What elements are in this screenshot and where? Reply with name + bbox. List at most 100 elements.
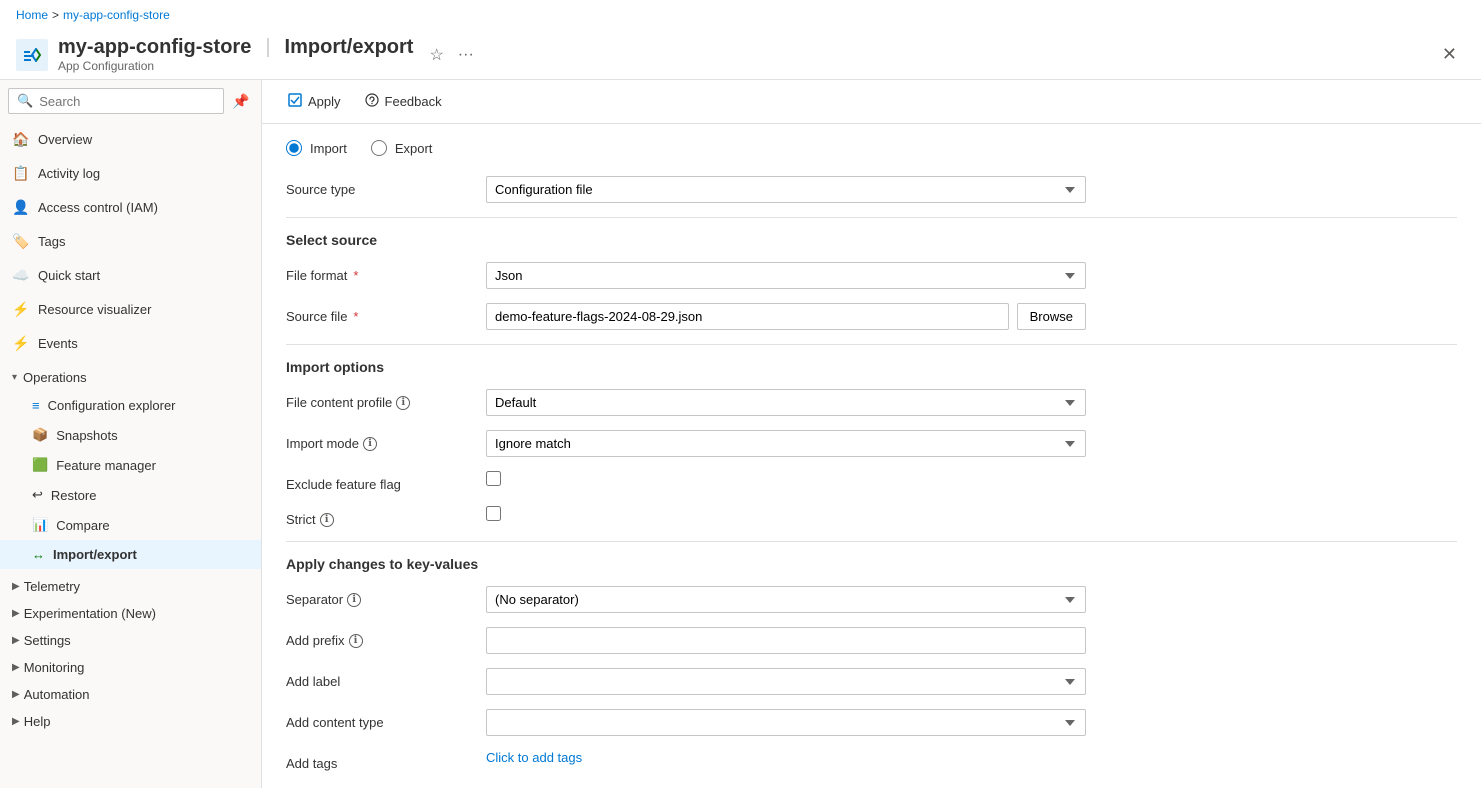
sidebar-item-quick-start[interactable]: ☁️ Quick start — [0, 258, 261, 292]
iam-icon: 👤 — [12, 198, 30, 216]
operations-chevron: ▾ — [12, 372, 17, 383]
file-content-profile-control: Default KVSet — [486, 389, 1086, 416]
add-prefix-info-icon[interactable]: ℹ — [349, 634, 363, 648]
sidebar-pin-button[interactable]: 📌 — [228, 91, 253, 112]
import-mode-control: Ignore match All — [486, 430, 1086, 457]
separator-row: Separator ℹ (No separator) . / : — [286, 586, 1457, 613]
strict-control — [486, 506, 1086, 521]
add-label-select[interactable] — [486, 668, 1086, 695]
settings-label: Settings — [24, 633, 71, 648]
import-radio[interactable] — [286, 140, 302, 156]
sidebar-item-tags-label: Tags — [38, 234, 65, 249]
close-button[interactable]: ✕ — [1434, 40, 1465, 69]
sidebar-item-events[interactable]: ⚡ Events — [0, 326, 261, 360]
add-content-type-label: Add content type — [286, 709, 486, 730]
sidebar-item-compare[interactable]: 📊 Compare — [0, 510, 261, 540]
feedback-button[interactable]: Feedback — [355, 88, 452, 115]
breadcrumb-home[interactable]: Home — [16, 8, 48, 22]
add-tags-row: Add tags Click to add tags — [286, 750, 1457, 771]
export-radio-label[interactable]: Export — [371, 140, 433, 156]
help-section-header[interactable]: ▶ Help — [0, 708, 261, 735]
import-mode-info-icon[interactable]: ℹ — [363, 437, 377, 451]
overview-icon: 🏠 — [12, 130, 30, 148]
telemetry-label: Telemetry — [24, 579, 80, 594]
tags-icon: 🏷️ — [12, 232, 30, 250]
apply-button[interactable]: Apply — [278, 88, 351, 115]
strict-checkbox[interactable] — [486, 506, 501, 521]
automation-section-header[interactable]: ▶ Automation — [0, 681, 261, 708]
sidebar-item-overview[interactable]: 🏠 Overview — [0, 122, 261, 156]
sidebar-item-config-explorer[interactable]: ≡ Configuration explorer — [0, 391, 261, 420]
add-prefix-input[interactable] — [486, 627, 1086, 654]
breadcrumb-app[interactable]: my-app-config-store — [63, 8, 170, 22]
import-radio-label[interactable]: Import — [286, 140, 347, 156]
search-input[interactable] — [39, 94, 215, 109]
exclude-feature-flag-checkbox[interactable] — [486, 471, 501, 486]
sidebar-item-feature-manager-label: Feature manager — [56, 458, 156, 473]
file-format-label: File format * — [286, 262, 486, 283]
experimentation-section-header[interactable]: ▶ Experimentation (New) — [0, 600, 261, 627]
sidebar-item-tags[interactable]: 🏷️ Tags — [0, 224, 261, 258]
separator-line-1 — [286, 217, 1457, 218]
add-tags-control: Click to add tags — [486, 750, 1086, 765]
source-type-label: Source type — [286, 176, 486, 197]
compare-icon: 📊 — [32, 517, 48, 533]
feedback-label: Feedback — [385, 94, 442, 109]
add-tags-link[interactable]: Click to add tags — [486, 750, 582, 765]
favorite-button[interactable]: ☆ — [425, 43, 447, 67]
operations-label: Operations — [23, 370, 87, 385]
search-box: 🔍 — [8, 88, 224, 114]
source-type-select[interactable]: Configuration file — [486, 176, 1086, 203]
separator-select[interactable]: (No separator) . / : — [486, 586, 1086, 613]
source-file-input[interactable] — [486, 303, 1009, 330]
operations-section: ▾ Operations ≡ Configuration explorer 📦 … — [0, 360, 261, 573]
export-radio[interactable] — [371, 140, 387, 156]
strict-info-icon[interactable]: ℹ — [320, 513, 334, 527]
sidebar-item-snapshots[interactable]: 📦 Snapshots — [0, 420, 261, 450]
more-button[interactable]: ··· — [454, 43, 478, 67]
exclude-feature-flag-row: Exclude feature flag — [286, 471, 1457, 492]
operations-header[interactable]: ▾ Operations — [0, 364, 261, 391]
file-content-profile-info-icon[interactable]: ℹ — [396, 396, 410, 410]
file-content-profile-row: File content profile ℹ Default KVSet — [286, 389, 1457, 416]
quick-start-icon: ☁️ — [12, 266, 30, 284]
source-file-row: Source file * Browse — [286, 303, 1457, 330]
separator-info-icon[interactable]: ℹ — [347, 593, 361, 607]
help-chevron: ▶ — [12, 716, 20, 727]
feedback-icon — [365, 93, 379, 110]
separator-control: (No separator) . / : — [486, 586, 1086, 613]
apply-icon — [288, 93, 302, 110]
config-explorer-icon: ≡ — [32, 398, 40, 413]
sidebar-item-activity-log-label: Activity log — [38, 166, 100, 181]
strict-row: Strict ℹ — [286, 506, 1457, 527]
sidebar-item-restore-label: Restore — [51, 488, 97, 503]
file-content-profile-select[interactable]: Default KVSet — [486, 389, 1086, 416]
sidebar-item-activity-log[interactable]: 📋 Activity log — [0, 156, 261, 190]
feature-manager-icon: 🟩 — [32, 457, 48, 473]
sidebar-item-import-export[interactable]: ↔ Import/export — [0, 540, 261, 569]
exclude-feature-flag-label: Exclude feature flag — [286, 471, 486, 492]
sidebar-item-restore[interactable]: ↩ Restore — [0, 480, 261, 510]
sidebar-item-feature-manager[interactable]: 🟩 Feature manager — [0, 450, 261, 480]
browse-button[interactable]: Browse — [1017, 303, 1086, 330]
file-format-row: File format * Json Yaml Properties — [286, 262, 1457, 289]
exclude-feature-flag-control — [486, 471, 1086, 486]
operations-sub-items: ≡ Configuration explorer 📦 Snapshots 🟩 F… — [0, 391, 261, 569]
telemetry-chevron: ▶ — [12, 581, 20, 592]
restore-icon: ↩ — [32, 487, 43, 503]
experimentation-chevron: ▶ — [12, 608, 20, 619]
automation-label: Automation — [24, 687, 90, 702]
add-content-type-select[interactable] — [486, 709, 1086, 736]
import-radio-text: Import — [310, 141, 347, 156]
file-format-select[interactable]: Json Yaml Properties — [486, 262, 1086, 289]
import-mode-select[interactable]: Ignore match All — [486, 430, 1086, 457]
export-radio-text: Export — [395, 141, 433, 156]
sidebar-item-iam[interactable]: 👤 Access control (IAM) — [0, 190, 261, 224]
telemetry-section-header[interactable]: ▶ Telemetry — [0, 573, 261, 600]
settings-section-header[interactable]: ▶ Settings — [0, 627, 261, 654]
sidebar-item-resource-visualizer[interactable]: ⚡ Resource visualizer — [0, 292, 261, 326]
monitoring-section-header[interactable]: ▶ Monitoring — [0, 654, 261, 681]
import-export-form: Import Export Source type Configuration … — [262, 124, 1481, 788]
sidebar-item-config-explorer-label: Configuration explorer — [48, 398, 176, 413]
monitoring-chevron: ▶ — [12, 662, 20, 673]
